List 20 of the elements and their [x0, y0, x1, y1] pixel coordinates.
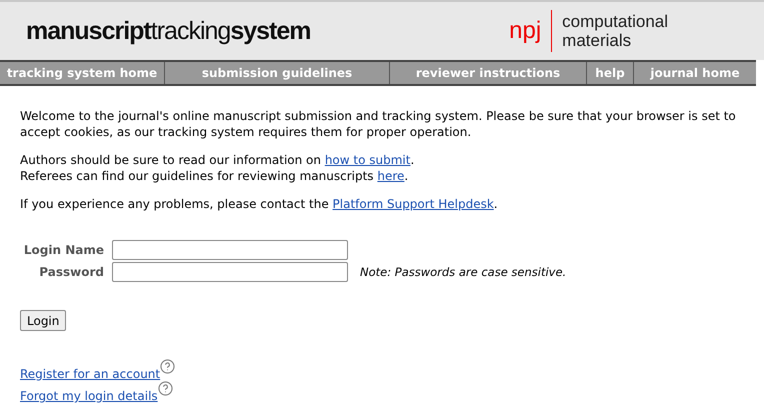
- info-text: Authors should be sure to read our information on how to submit.: [20, 152, 416, 168]
- login-button[interactable]: Login: [20, 310, 66, 331]
- info-text: If you experience any problems, please contact the Platform Support Helpdesk.: [20, 196, 499, 212]
- password-note: Note: Passwords are case sensitive.: [360, 265, 568, 279]
- input-field[interactable]: [112, 240, 348, 260]
- journal-mark: npj: [509, 17, 542, 45]
- field-label: Password: [38, 265, 104, 279]
- account-link[interactable]: Forgot my login details: [20, 389, 158, 403]
- journal-name: computational materials: [562, 12, 668, 50]
- text-link[interactable]: here: [377, 169, 404, 183]
- info-text: Referees can find our guidelines for reviewing manuscripts here.: [20, 168, 410, 184]
- field-label: Login Name: [22, 243, 104, 257]
- help-icon[interactable]: [160, 359, 176, 374]
- help-icon[interactable]: [158, 381, 173, 396]
- site-logo: manuscripttrackingsystem: [26, 16, 310, 46]
- info-text: Welcome to the journal's online manuscript submission and tracking system. Please be sure that your browser is set to accept cookies, as our tracking system requires them for proper operation.: [20, 108, 737, 140]
- input-field[interactable]: [112, 262, 348, 282]
- account-link[interactable]: Register for an account: [20, 367, 160, 381]
- text-link[interactable]: how to submit: [324, 153, 410, 167]
- text-link[interactable]: Platform Support Helpdesk: [332, 197, 494, 211]
